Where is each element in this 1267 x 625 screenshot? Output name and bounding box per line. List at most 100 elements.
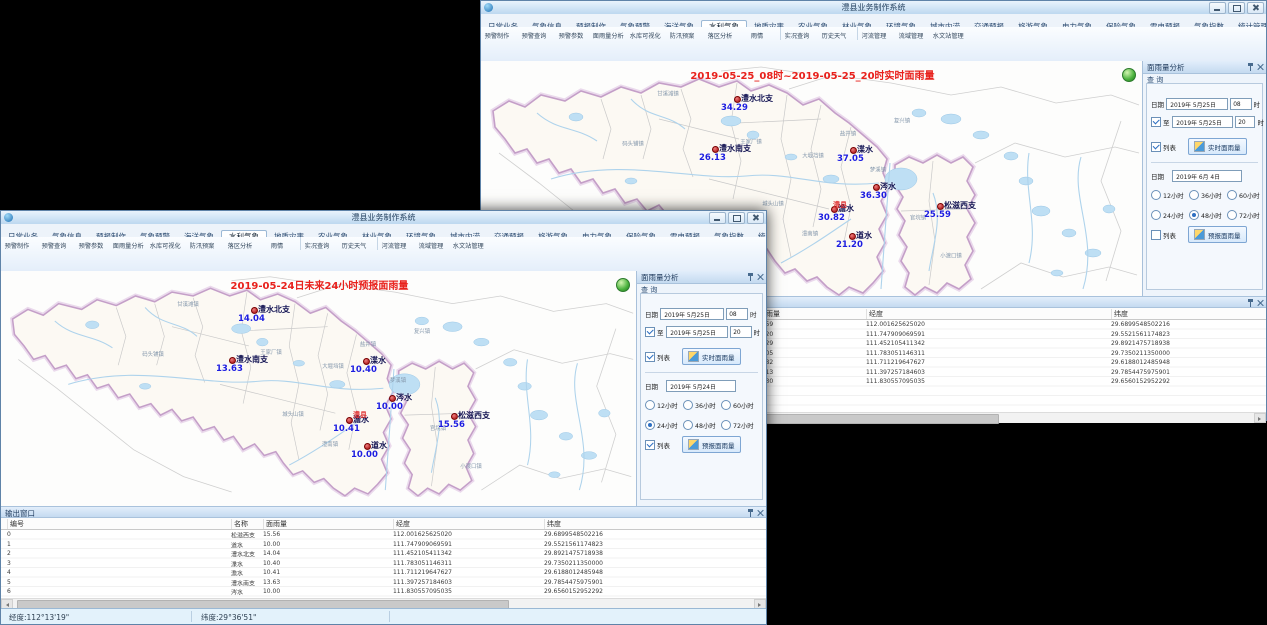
duration-radio[interactable]: 60小时 (721, 400, 759, 410)
duration-radio[interactable]: 24小时 (1151, 210, 1189, 220)
station-dot-icon[interactable] (364, 443, 371, 450)
map-canvas[interactable]: 2019-05-24日未来24小时预报面雨量 甘溪滩镇码头铺镇王家厂镇大堰垱镇盐… (1, 271, 639, 506)
to-checkbox[interactable] (645, 327, 655, 337)
close-icon[interactable] (757, 509, 764, 517)
duration-radio[interactable]: 72小时 (721, 420, 759, 430)
pin-icon[interactable] (1247, 63, 1254, 71)
toolbar-button[interactable]: 面雨量分析 (592, 27, 624, 40)
toolbar-button[interactable]: 预警参数 (75, 237, 107, 250)
toolbar-button[interactable]: 实况查询 (300, 237, 333, 250)
toolbar-button[interactable]: 水库可视化 (149, 237, 181, 250)
table-row[interactable]: 2 澧水北支 14.04 111.452105411342 29.8921475… (1, 549, 766, 559)
toolbar-button[interactable]: 预警查询 (38, 237, 70, 250)
table-header-cell[interactable]: 经度 (393, 519, 410, 529)
toolbar-button[interactable]: 历史天气 (818, 27, 850, 40)
table-header-cell[interactable]: 纬度 (544, 519, 561, 529)
toolbar-button[interactable]: 落区分析 (704, 27, 736, 40)
toolbar-button[interactable]: 预警参数 (555, 27, 587, 40)
start-hour-select[interactable]: 08 (1230, 98, 1252, 110)
close-icon[interactable] (1257, 299, 1264, 307)
toolbar-button[interactable]: 雨情 (741, 27, 773, 40)
toolbar-button[interactable]: 雨情 (261, 237, 293, 250)
table-row[interactable]: 5 澧水南支 13.63 111.397257184603 29.7854475… (1, 578, 766, 588)
realtime-rainfall-button[interactable]: 实时面雨量 (682, 348, 741, 365)
toolbar-button[interactable]: 流域管理 (415, 237, 447, 250)
toolbar-button[interactable]: 水库可视化 (629, 27, 661, 40)
toolbar-button[interactable]: 河流管理 (377, 237, 410, 250)
station-dot-icon[interactable] (873, 184, 880, 191)
station-dot-icon[interactable] (346, 417, 353, 424)
station-dot-icon[interactable] (849, 233, 856, 240)
table-row[interactable]: 3 渫水 10.40 111.783051146311 29.735021135… (1, 559, 766, 569)
table-row[interactable]: 1 道水 10.00 111.747909069591 29.552156117… (1, 540, 766, 550)
duration-radio[interactable]: 36小时 (683, 400, 721, 410)
station-dot-icon[interactable] (712, 146, 719, 153)
realtime-rainfall-button[interactable]: 实时面雨量 (1188, 138, 1247, 155)
table-row[interactable]: 0 松滋西支 15.56 112.001625625020 29.6899548… (1, 530, 766, 540)
locate-button[interactable] (1122, 68, 1136, 82)
station-dot-icon[interactable] (734, 96, 741, 103)
duration-radio[interactable]: 12小时 (645, 400, 683, 410)
station-dot-icon[interactable] (937, 203, 944, 210)
end-date-select[interactable]: 2019年 5月25日 (1172, 116, 1233, 128)
forecast-date-select[interactable]: 2019年 6月 4日 (1172, 170, 1242, 182)
table-row[interactable]: 4 澹水 10.41 111.711219647627 29.618801248… (1, 568, 766, 578)
close-button[interactable] (1247, 2, 1264, 14)
duration-radio[interactable]: 48小时 (1189, 210, 1227, 220)
start-hour-select[interactable]: 08 (726, 308, 748, 320)
forecast-date-select[interactable]: 2019年 5月24日 (666, 380, 736, 392)
duration-radio[interactable]: 72小时 (1227, 210, 1265, 220)
toolbar-button[interactable]: 防汛预案 (666, 27, 698, 40)
station-dot-icon[interactable] (850, 147, 857, 154)
end-hour-select[interactable]: 20 (1235, 116, 1256, 128)
list-checkbox[interactable] (645, 352, 655, 362)
start-date-select[interactable]: 2019年 5月25日 (1166, 98, 1228, 110)
duration-radio[interactable]: 24小时 (645, 420, 683, 430)
end-date-select[interactable]: 2019年 5月25日 (666, 326, 728, 338)
station-dot-icon[interactable] (251, 307, 258, 314)
close-icon[interactable] (757, 273, 764, 281)
start-date-select[interactable]: 2019年 5月25日 (660, 308, 724, 320)
table-header-cell[interactable]: 编号 (7, 519, 24, 529)
toolbar-button[interactable]: 面雨量分析 (112, 237, 144, 250)
pin-icon[interactable] (747, 509, 754, 517)
minimize-button[interactable] (1209, 2, 1226, 14)
duration-radio[interactable]: 12小时 (1151, 190, 1189, 200)
station-dot-icon[interactable] (229, 357, 236, 364)
toolbar-button[interactable]: 河流管理 (857, 27, 890, 40)
station-dot-icon[interactable] (363, 358, 370, 365)
list-checkbox[interactable] (1151, 142, 1161, 152)
table-header-cell[interactable]: 经度 (866, 309, 883, 319)
duration-radio[interactable]: 36小时 (1189, 190, 1227, 200)
pin-icon[interactable] (1247, 299, 1254, 307)
station-dot-icon[interactable] (389, 395, 396, 402)
title-bar[interactable]: 澧县业务制作系统 (1, 211, 766, 225)
scroll-right-button[interactable] (1254, 413, 1266, 423)
toolbar-button[interactable]: 预警制作 (481, 27, 513, 40)
toolbar-button[interactable]: 水文站管理 (932, 27, 964, 40)
station-dot-icon[interactable] (451, 413, 458, 420)
end-hour-select[interactable]: 20 (730, 326, 752, 338)
title-bar[interactable]: 澧县业务制作系统 (481, 1, 1266, 15)
locate-button[interactable] (616, 278, 630, 292)
list-checkbox[interactable] (1151, 230, 1161, 240)
toolbar-button[interactable]: 水文站管理 (452, 237, 484, 250)
maximize-button[interactable] (728, 212, 745, 224)
toolbar-button[interactable]: 实况查询 (780, 27, 813, 40)
close-button[interactable] (747, 212, 764, 224)
duration-radio[interactable]: 48小时 (683, 420, 721, 430)
output-window-header[interactable]: 输出窗口 (1, 506, 766, 518)
toolbar-button[interactable]: 落区分析 (224, 237, 256, 250)
table-header-cell[interactable]: 面雨量 (263, 519, 287, 529)
toolbar-button[interactable]: 预警制作 (1, 237, 33, 250)
forecast-rainfall-button[interactable]: 预报面雨量 (682, 436, 741, 453)
pin-icon[interactable] (747, 273, 754, 281)
toolbar-button[interactable]: 预警查询 (518, 27, 550, 40)
list-checkbox[interactable] (645, 440, 655, 450)
table-header-cell[interactable]: 纬度 (1111, 309, 1128, 319)
table-row[interactable]: 6 涔水 10.00 111.830557095035 29.656015295… (1, 587, 766, 597)
toolbar-button[interactable]: 流域管理 (895, 27, 927, 40)
minimize-button[interactable] (709, 212, 726, 224)
to-checkbox[interactable] (1151, 117, 1161, 127)
forecast-rainfall-button[interactable]: 预报面雨量 (1188, 226, 1247, 243)
